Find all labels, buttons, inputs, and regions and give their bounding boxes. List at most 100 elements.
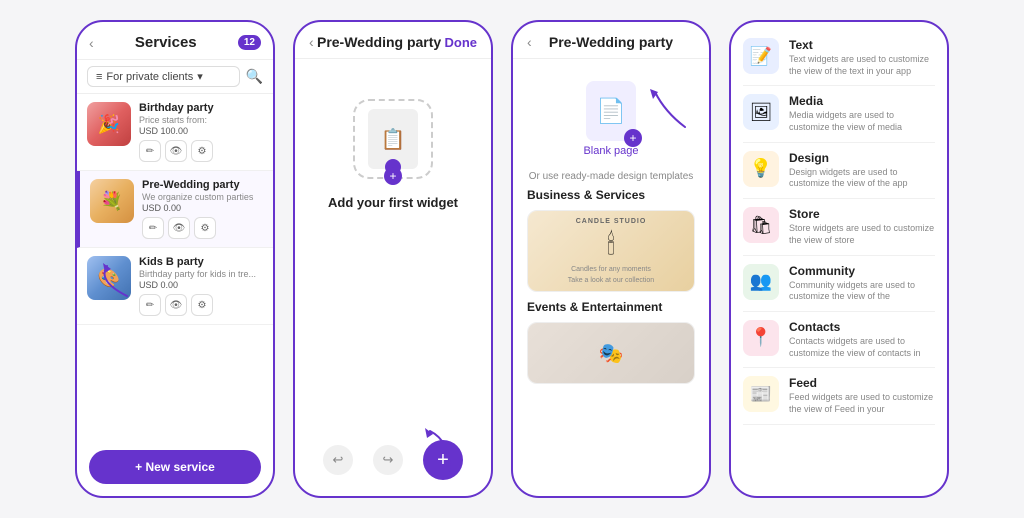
chevron-down-icon: ▾ xyxy=(197,70,203,83)
phone2-toolbar: ↩ ↪ + xyxy=(295,440,491,480)
widget-info: Community Community widgets are used to c… xyxy=(789,264,935,303)
widget-name: Contacts xyxy=(789,320,935,334)
widget-name: Text xyxy=(789,38,935,52)
add-widget-button[interactable]: + xyxy=(423,440,463,480)
blank-page-option[interactable]: 📄 + Blank page xyxy=(527,71,695,165)
blank-page-icon: 📄 + xyxy=(586,81,636,141)
preview-button[interactable]: 👁 xyxy=(165,140,187,162)
service-thumbnail: 💐 xyxy=(90,179,134,223)
settings-button[interactable]: ⚙ xyxy=(191,140,213,162)
widget-icon-community: 👥 xyxy=(743,264,779,300)
widget-icon-contacts: 📍 xyxy=(743,320,779,356)
page-title: Pre-Wedding party xyxy=(549,34,673,50)
service-actions: ✏ 👁 ⚙ xyxy=(139,294,263,316)
widget-name: Design xyxy=(789,151,935,165)
candle-studio-template[interactable]: CANDLE STUDIO 🕯 Candles for any moments … xyxy=(527,210,695,292)
widget-row-text[interactable]: 📝 Text Text widgets are used to customize … xyxy=(743,30,935,86)
back-button[interactable]: ‹ xyxy=(309,34,314,50)
widget-icon-text: 📝 xyxy=(743,38,779,74)
candle-studio-label: CANDLE STUDIO xyxy=(576,218,647,225)
candle-image: 🕯 xyxy=(607,229,615,262)
service-actions: ✏ 👁 ⚙ xyxy=(142,217,263,239)
filter-dropdown[interactable]: ≡ For private clients ▾ xyxy=(87,66,240,87)
wedding-thumb-image: 💐 xyxy=(90,179,134,223)
widget-desc: Text widgets are used to customize the v… xyxy=(789,54,935,77)
section-events-entertainment: Events & Entertainment xyxy=(527,300,695,314)
service-desc: Price starts from: xyxy=(139,115,263,125)
widget-inner-icon: 📋 xyxy=(368,109,418,169)
kids-thumb-image: 🎨 xyxy=(87,256,131,300)
widget-row-community[interactable]: 👥 Community Community widgets are used to … xyxy=(743,256,935,312)
filter-icon: ≡ xyxy=(96,71,102,83)
phone-1: ‹ Services 12 ≡ For private clients ▾ 🔍 … xyxy=(75,20,275,498)
phone1-header: ‹ Services 12 xyxy=(77,22,273,60)
phone2-body: 📋 + Add your first widget xyxy=(295,59,491,250)
widget-info: Design Design widgets are used to customi… xyxy=(789,151,935,190)
add-widget-plus: + xyxy=(384,167,402,185)
search-icon[interactable]: 🔍 xyxy=(246,68,263,85)
service-thumbnail: 🎨 xyxy=(87,256,131,300)
edit-button[interactable]: ✏ xyxy=(139,140,161,162)
widget-icon-feed: 📰 xyxy=(743,376,779,412)
service-thumbnail: 🎉 xyxy=(87,102,131,146)
widget-row-contacts[interactable]: 📍 ContactsContacts widgets are used to cu… xyxy=(743,312,935,368)
page-title: Services xyxy=(135,34,197,51)
redo-button[interactable]: ↪ xyxy=(373,445,403,475)
phone-3: ‹ Pre-Wedding party 📄 + Blank page Or us… xyxy=(511,20,711,498)
events-template-image: 🎭 xyxy=(528,323,694,383)
phone-2: ‹ Pre-Wedding party Done 📋 + Add your fi… xyxy=(293,20,493,498)
candle-sub-label: Candles for any moments xyxy=(571,266,651,273)
back-button[interactable]: ‹ xyxy=(527,34,532,50)
done-button[interactable]: Done xyxy=(445,35,478,50)
empty-widget-placeholder: 📋 + xyxy=(353,99,433,179)
preview-button[interactable]: 👁 xyxy=(168,217,190,239)
widget-info: Text Text widgets are used to customize t… xyxy=(789,38,935,77)
widget-name: Feed xyxy=(789,376,935,390)
filter-label: For private clients xyxy=(106,71,193,83)
service-name: Pre-Wedding party xyxy=(142,179,263,191)
phone-4: 📝 Text Text widgets are used to customize … xyxy=(729,20,949,498)
filter-bar: ≡ For private clients ▾ 🔍 xyxy=(77,60,273,94)
settings-button[interactable]: ⚙ xyxy=(191,294,213,316)
widget-row-design[interactable]: 💡DesignDesign widgets are used to custom… xyxy=(743,143,935,199)
service-actions: ✏ 👁 ⚙ xyxy=(139,140,263,162)
widget-row-store[interactable]: 🛍 StoreStore widgets are used to customiz… xyxy=(743,199,935,255)
service-item-birthday: 🎉 Birthday party Price starts from: USD … xyxy=(77,94,273,171)
phone3-header: ‹ Pre-Wedding party xyxy=(513,22,709,59)
service-price: USD 0.00 xyxy=(142,203,263,213)
edit-button[interactable]: ✏ xyxy=(139,294,161,316)
blank-page-plus-icon: + xyxy=(624,129,642,147)
widget-desc: Design widgets are used to customize the… xyxy=(789,167,935,190)
widget-info: StoreStore widgets are used to customize… xyxy=(789,207,935,246)
events-template[interactable]: 🎭 xyxy=(527,322,695,384)
settings-button[interactable]: ⚙ xyxy=(194,217,216,239)
widget-info: FeedFeed widgets are used to customize t… xyxy=(789,376,935,415)
add-widget-label: Add your first widget xyxy=(328,195,458,210)
back-button[interactable]: ‹ xyxy=(89,35,94,51)
birthday-thumb-image: 🎉 xyxy=(87,102,131,146)
widget-row-media[interactable]: 🖼 MediaMedia widgets are used to customiz… xyxy=(743,86,935,142)
widget-icon-store: 🛍 xyxy=(743,207,779,243)
widget-desc: Media widgets are used to customize the … xyxy=(789,110,935,133)
new-service-button[interactable]: + New service xyxy=(89,450,261,484)
section-business-services: Business & Services xyxy=(527,188,695,202)
page-title: Pre-Wedding party xyxy=(317,34,441,50)
undo-button[interactable]: ↩ xyxy=(323,445,353,475)
service-info: Pre-Wedding party We organize custom par… xyxy=(142,179,263,239)
widget-desc: Community widgets are used to customize … xyxy=(789,280,935,303)
widget-name: Store xyxy=(789,207,935,221)
or-templates-text: Or use ready-made design templates xyxy=(527,171,695,182)
widget-row-feed[interactable]: 📰 FeedFeed widgets are used to customize … xyxy=(743,368,935,424)
phone3-body: 📄 + Blank page Or use ready-made design … xyxy=(513,59,709,396)
candle-collection-label: Take a look at our collection xyxy=(568,277,654,284)
widget-info: ContactsContacts widgets are used to cus… xyxy=(789,320,935,359)
service-price: USD 0.00 xyxy=(139,280,263,290)
services-count-badge: 12 xyxy=(238,35,261,50)
widget-info: MediaMedia widgets are used to customize… xyxy=(789,94,935,133)
service-item-prewedding: 💐 Pre-Wedding party We organize custom p… xyxy=(77,171,273,248)
widget-name: Community xyxy=(789,264,935,278)
edit-button[interactable]: ✏ xyxy=(142,217,164,239)
service-info: Birthday party Price starts from: USD 10… xyxy=(139,102,263,162)
preview-button[interactable]: 👁 xyxy=(165,294,187,316)
widget-icon-media: 🖼 xyxy=(743,94,779,130)
